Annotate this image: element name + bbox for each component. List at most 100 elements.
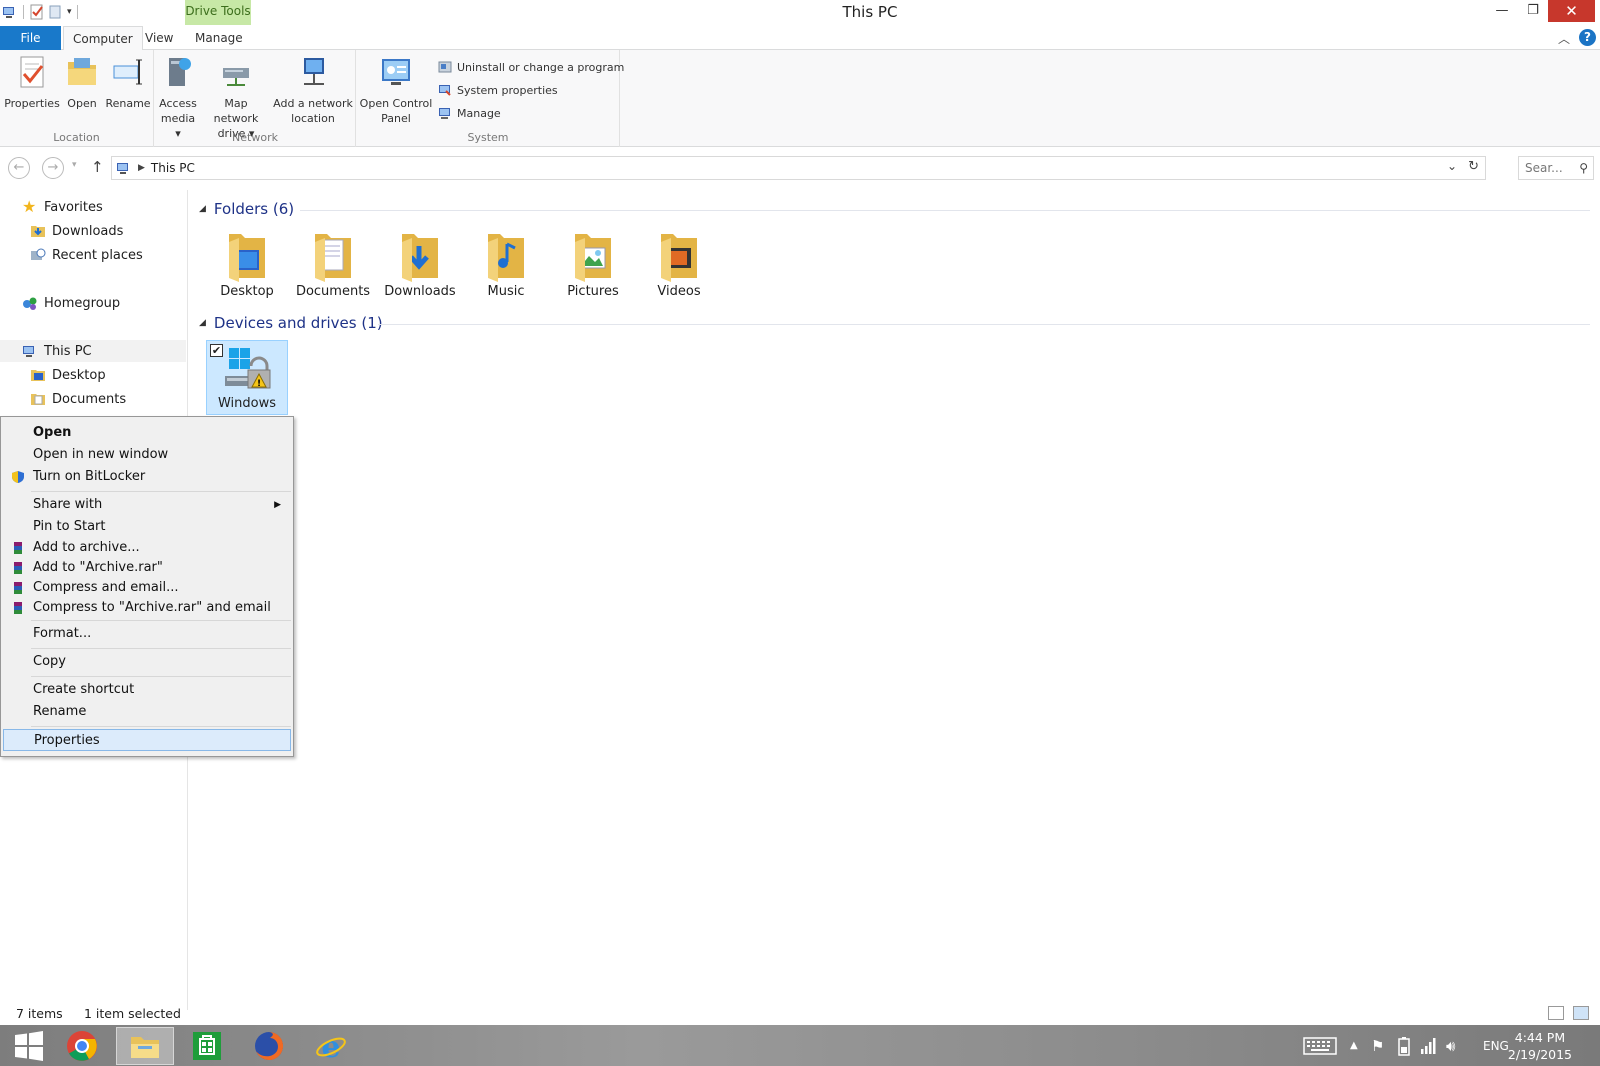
properties-button[interactable]: Properties — [4, 54, 60, 111]
menu-item-rename[interactable]: Rename — [3, 701, 291, 723]
back-button[interactable]: ← — [8, 157, 30, 179]
address-bar[interactable]: ▶ This PC ⌄ ↻ — [111, 156, 1486, 180]
taskbar-file-explorer[interactable] — [116, 1027, 174, 1065]
menu-item-compress-rar-email[interactable]: Compress to "Archive.rar" and email — [3, 597, 291, 619]
menu-item-open-new-window[interactable]: Open in new window — [3, 444, 291, 466]
map-network-drive-button[interactable]: Map network drive ▾ — [201, 54, 271, 141]
folder-pictures[interactable]: Pictures — [553, 228, 633, 299]
network-drive-icon — [223, 68, 249, 86]
nav-item-recent-places[interactable]: Recent places — [30, 244, 143, 266]
menu-item-copy[interactable]: Copy — [3, 651, 291, 673]
recent-locations-icon[interactable]: ▾ — [72, 160, 77, 170]
nav-item-downloads[interactable]: Downloads — [30, 220, 123, 242]
folder-open-icon — [68, 58, 96, 85]
input-language[interactable]: ENG — [1483, 1025, 1509, 1066]
taskbar-chrome[interactable] — [53, 1027, 111, 1065]
collapse-triangle-icon[interactable]: ◢ — [199, 318, 206, 328]
collapse-triangle-icon[interactable]: ◢ — [199, 204, 206, 214]
menu-item-share-with[interactable]: Share with ▶ — [3, 494, 291, 516]
menu-item-format[interactable]: Format... — [3, 623, 291, 645]
breadcrumb-separator-icon[interactable]: ▶ — [138, 163, 145, 173]
nav-item-desktop[interactable]: Desktop — [30, 364, 106, 386]
new-folder-icon[interactable] — [48, 4, 64, 20]
details-view-icon[interactable] — [1548, 1006, 1564, 1020]
collapse-ribbon-icon[interactable]: ︿ — [1558, 30, 1570, 47]
computer-icon — [23, 346, 34, 357]
start-button[interactable] — [0, 1027, 58, 1065]
system-properties-icon — [439, 85, 451, 96]
drive-windows[interactable]: ✔ ! Windows — [206, 340, 288, 415]
minimize-button[interactable]: — — [1487, 0, 1517, 22]
tab-computer[interactable]: Computer — [63, 26, 143, 51]
title-bar: ▾ Drive Tools This PC — ❐ ✕ — [0, 0, 1600, 25]
show-hidden-icons[interactable]: ▲ — [1350, 1025, 1358, 1066]
menu-item-add-to-archive[interactable]: Add to archive... — [3, 537, 291, 559]
add-network-location-button[interactable]: Add a network location — [273, 54, 353, 126]
open-control-panel-button[interactable]: Open Control Panel — [359, 54, 433, 126]
folder-documents[interactable]: Documents — [293, 228, 373, 299]
nav-item-homegroup[interactable]: Homegroup — [22, 292, 120, 314]
rename-button[interactable]: Rename — [104, 54, 152, 111]
refresh-icon[interactable]: ↻ — [1468, 159, 1479, 174]
nav-item-favorites[interactable]: ★ Favorites — [22, 196, 103, 218]
help-icon[interactable]: ? — [1579, 29, 1596, 46]
menu-item-compress-email[interactable]: Compress and email... — [3, 577, 291, 599]
system-properties-button[interactable]: System properties — [437, 82, 558, 98]
open-button[interactable]: Open — [62, 54, 102, 111]
maximize-button[interactable]: ❐ — [1518, 0, 1548, 22]
menu-item-create-shortcut[interactable]: Create shortcut — [3, 679, 291, 701]
taskbar-internet-explorer[interactable]: e — [302, 1027, 360, 1065]
folder-music[interactable]: Music — [466, 228, 546, 299]
computer-management-icon — [439, 108, 450, 119]
search-icon: ⚲ — [1579, 161, 1588, 175]
nav-item-this-pc[interactable]: This PC — [0, 340, 186, 362]
programs-icon — [438, 61, 452, 73]
menu-item-bitlocker[interactable]: Turn on BitLocker — [3, 466, 291, 488]
clock[interactable]: 4:44 PM 2/19/2015 — [1508, 1029, 1572, 1063]
menu-item-properties[interactable]: Properties — [3, 729, 291, 751]
devices-group-header[interactable]: ◢ Devices and drives (1) — [199, 314, 383, 332]
manage-button[interactable]: Manage — [437, 105, 501, 121]
search-input[interactable]: Sear... ⚲ — [1518, 156, 1594, 180]
menu-separator — [31, 648, 291, 649]
submenu-arrow-icon: ▶ — [274, 500, 281, 510]
address-dropdown-icon[interactable]: ⌄ — [1447, 159, 1457, 173]
menu-item-add-to-archive-rar[interactable]: Add to "Archive.rar" — [3, 557, 291, 579]
menu-item-pin-to-start[interactable]: Pin to Start — [3, 516, 291, 538]
folder-desktop[interactable]: Desktop — [207, 228, 287, 299]
tab-manage[interactable]: Manage — [186, 26, 252, 51]
up-button[interactable]: ↑ — [91, 158, 104, 176]
battery-icon[interactable] — [1396, 1025, 1412, 1066]
forward-button[interactable]: → — [42, 157, 64, 179]
customize-toolbar-icon[interactable]: ▾ — [67, 7, 72, 17]
menu-item-open[interactable]: Open — [3, 422, 291, 444]
tab-file[interactable]: File — [0, 26, 61, 50]
media-server-icon — [169, 58, 191, 86]
computer-icon[interactable] — [2, 4, 18, 20]
nav-item-documents[interactable]: Documents — [30, 388, 126, 410]
folder-label: Music — [487, 284, 525, 299]
context-menu: Open Open in new window Turn on BitLocke… — [0, 416, 294, 757]
drive-tools-context-tab[interactable]: Drive Tools — [185, 0, 251, 25]
network-signal-icon[interactable] — [1420, 1025, 1436, 1066]
checkbox-checked[interactable]: ✔ — [210, 344, 223, 357]
large-icons-view-icon[interactable] — [1573, 1006, 1589, 1020]
chrome-icon — [67, 1031, 97, 1061]
tab-view[interactable]: View — [136, 26, 182, 51]
access-media-button[interactable]: Access media ▾ — [157, 54, 199, 141]
folder-downloads[interactable]: Downloads — [380, 228, 460, 299]
action-center-flag-icon[interactable]: ⚑ — [1371, 1025, 1384, 1066]
properties-icon — [20, 56, 44, 88]
properties-icon[interactable] — [29, 4, 45, 20]
volume-icon[interactable]: 🔊︎ — [1446, 1025, 1455, 1066]
breadcrumb[interactable]: This PC — [151, 161, 195, 175]
store-icon — [193, 1032, 221, 1060]
uninstall-program-button[interactable]: Uninstall or change a program — [437, 59, 624, 75]
taskbar-firefox[interactable] — [240, 1027, 298, 1065]
taskbar-store[interactable] — [178, 1027, 236, 1065]
close-button[interactable]: ✕ — [1548, 0, 1595, 22]
touch-keyboard-icon[interactable] — [1303, 1025, 1337, 1066]
folder-videos[interactable]: Videos — [639, 228, 719, 299]
status-bar: 7 items 1 item selected — [0, 1003, 1600, 1025]
folders-group-header[interactable]: ◢ Folders (6) — [199, 200, 294, 218]
